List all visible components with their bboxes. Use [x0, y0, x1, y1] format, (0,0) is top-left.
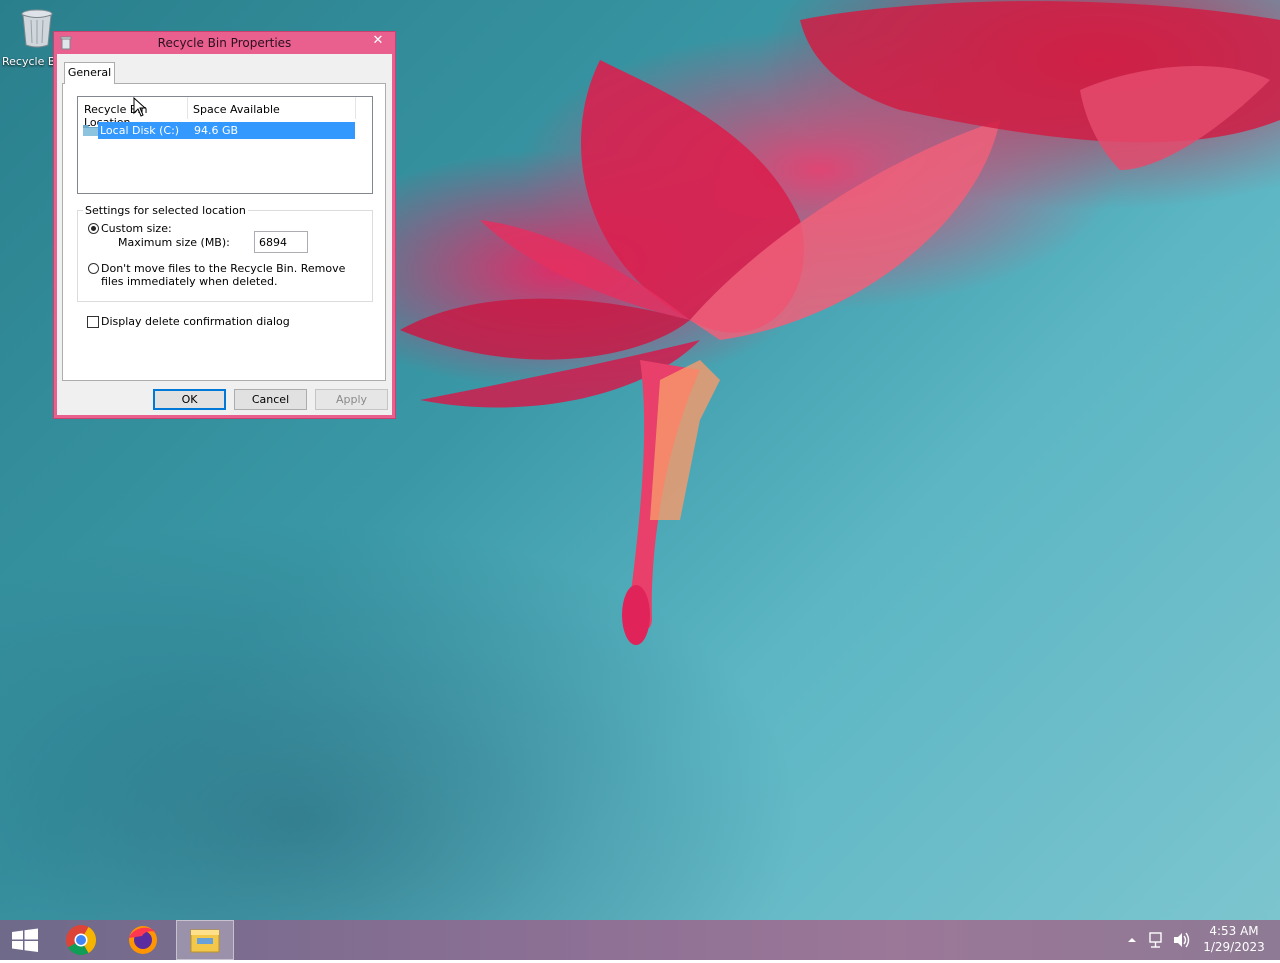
- tab-general[interactable]: General: [64, 62, 115, 84]
- dont-move-label[interactable]: Don't move files to the Recycle Bin. Rem…: [101, 262, 361, 288]
- chevron-up-icon: [1128, 938, 1136, 942]
- max-size-input[interactable]: [254, 231, 308, 253]
- firefox-icon: [129, 926, 157, 954]
- close-button[interactable]: ✕: [365, 32, 391, 50]
- dialog-body: General Recycle Bin Location Space Avail…: [57, 54, 392, 415]
- file-explorer-taskbar-button[interactable]: [176, 920, 234, 960]
- custom-size-label[interactable]: Custom size:: [101, 222, 172, 235]
- clock[interactable]: 4:53 AM 1/29/2023: [1195, 920, 1273, 960]
- chrome-icon: [66, 925, 96, 956]
- location-list[interactable]: Recycle Bin Location Space Available Loc…: [77, 96, 373, 194]
- column-header-space[interactable]: Space Available: [193, 103, 280, 116]
- list-item-local-disk[interactable]: Local Disk (C:) 94.6 GB: [83, 122, 355, 139]
- column-divider[interactable]: [355, 97, 356, 119]
- ok-button[interactable]: OK: [153, 389, 226, 410]
- windows-logo-icon: [12, 928, 38, 952]
- dont-move-radio[interactable]: [88, 263, 99, 274]
- file-explorer-icon: [190, 929, 220, 953]
- dialog-title: Recycle Bin Properties: [157, 36, 292, 50]
- taskbar: 4:53 AM 1/29/2023: [0, 920, 1280, 960]
- max-size-label: Maximum size (MB):: [118, 236, 230, 249]
- desktop-icon-label: Recycle Bin: [2, 55, 56, 68]
- mouse-cursor-icon: [133, 97, 147, 117]
- clock-time: 4:53 AM: [1209, 924, 1259, 938]
- chrome-taskbar-button[interactable]: [56, 920, 106, 960]
- network-icon: [1149, 932, 1162, 948]
- recycle-bin-icon: [21, 9, 53, 48]
- custom-size-radio[interactable]: [88, 223, 99, 234]
- cancel-button[interactable]: Cancel: [234, 389, 307, 410]
- list-cell-location: Local Disk (C:): [100, 124, 180, 137]
- list-cell-space: 94.6 GB: [194, 124, 239, 137]
- dialog-title-bar[interactable]: Recycle Bin Properties ✕: [54, 32, 395, 54]
- column-divider[interactable]: [187, 97, 188, 119]
- list-header: Recycle Bin Location Space Available: [78, 97, 372, 129]
- delete-confirmation-label[interactable]: Display delete confirmation dialog: [101, 315, 290, 328]
- recycle-bin-properties-dialog: Recycle Bin Properties ✕ General Recycle…: [53, 31, 396, 419]
- network-tray-button[interactable]: [1148, 920, 1166, 960]
- settings-group-legend: Settings for selected location: [83, 204, 248, 217]
- speaker-icon: [1174, 932, 1190, 948]
- show-hidden-icons-button[interactable]: [1125, 920, 1139, 960]
- start-button[interactable]: [0, 920, 50, 960]
- tab-panel-general: Recycle Bin Location Space Available Loc…: [62, 83, 386, 381]
- settings-group: Settings for selected location Custom si…: [77, 204, 373, 302]
- volume-tray-button[interactable]: [1172, 920, 1192, 960]
- clock-date: 1/29/2023: [1203, 940, 1265, 954]
- apply-button[interactable]: Apply: [315, 389, 388, 410]
- folder-icon: [83, 125, 98, 136]
- delete-confirmation-checkbox[interactable]: [87, 316, 99, 328]
- firefox-taskbar-button[interactable]: [118, 920, 168, 960]
